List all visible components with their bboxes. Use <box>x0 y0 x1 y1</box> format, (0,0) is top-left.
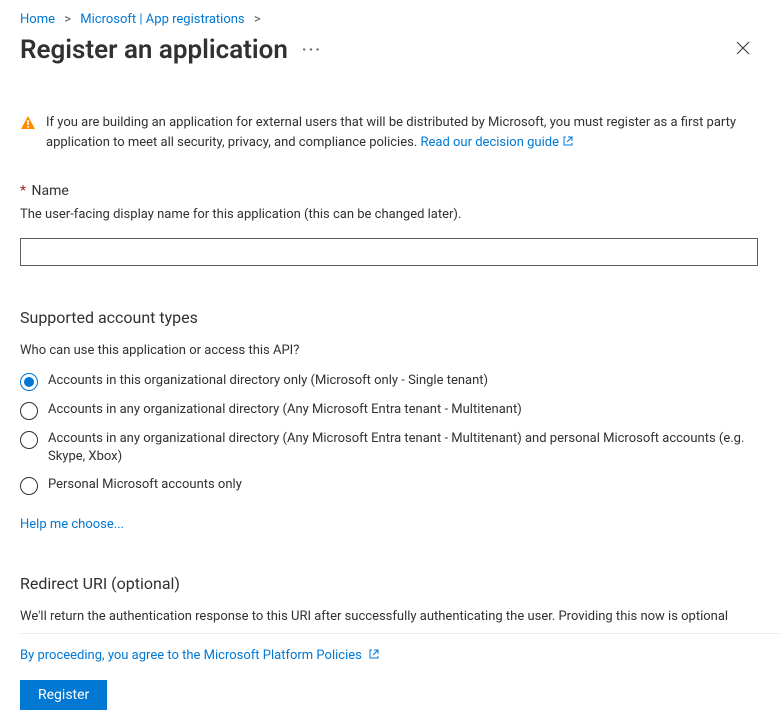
page-title: Register an application <box>20 35 288 65</box>
info-notice: If you are building an application for e… <box>20 113 758 153</box>
radio-icon <box>20 431 38 449</box>
redirect-uri-heading: Redirect URI (optional) <box>20 574 758 593</box>
help-me-choose-link[interactable]: Help me choose... <box>20 517 124 532</box>
radio-label: Accounts in any organizational directory… <box>48 401 522 419</box>
account-type-option-multitenant[interactable]: Accounts in any organizational directory… <box>20 401 758 420</box>
close-icon[interactable] <box>736 41 750 59</box>
agree-text-prefix: By proceeding, you agree to the <box>20 648 204 663</box>
name-field-label: Name <box>32 183 69 199</box>
info-notice-text: If you are building an application for e… <box>46 115 736 150</box>
platform-policies-link[interactable]: Microsoft Platform Policies <box>204 648 380 663</box>
chevron-right-icon: > <box>254 12 261 27</box>
form-scroll-area[interactable]: If you are building an application for e… <box>20 71 780 633</box>
account-type-option-single-tenant[interactable]: Accounts in this organizational director… <box>20 372 758 391</box>
breadcrumb-app-registrations[interactable]: Microsoft | App registrations <box>80 12 244 27</box>
required-asterisk: * <box>20 183 26 199</box>
more-menu-icon[interactable]: ··· <box>302 42 322 58</box>
name-field-hint: The user-facing display name for this ap… <box>20 207 758 222</box>
radio-icon <box>20 373 38 391</box>
account-types-subtext: Who can use this application or access t… <box>20 343 758 358</box>
radio-label: Accounts in any organizational directory… <box>48 430 758 466</box>
radio-label: Accounts in this organizational director… <box>48 372 488 390</box>
external-link-icon <box>368 648 380 664</box>
account-types-radio-group: Accounts in this organizational director… <box>20 372 758 495</box>
breadcrumb-home[interactable]: Home <box>20 12 55 27</box>
account-type-option-multitenant-personal[interactable]: Accounts in any organizational directory… <box>20 430 758 466</box>
radio-icon <box>20 402 38 420</box>
account-types-heading: Supported account types <box>20 308 758 327</box>
redirect-uri-desc: We'll return the authentication response… <box>20 609 758 624</box>
warning-icon <box>20 115 36 153</box>
decision-guide-link[interactable]: Read our decision guide <box>420 135 573 150</box>
register-button[interactable]: Register <box>20 680 107 710</box>
name-input[interactable] <box>20 238 758 266</box>
chevron-right-icon: > <box>64 12 71 27</box>
external-link-icon <box>562 134 574 154</box>
breadcrumb: Home > Microsoft | App registrations > <box>20 12 780 27</box>
footer: By proceeding, you agree to the Microsof… <box>20 633 780 728</box>
radio-icon <box>20 477 38 495</box>
account-type-option-personal-only[interactable]: Personal Microsoft accounts only <box>20 476 758 495</box>
radio-label: Personal Microsoft accounts only <box>48 476 242 494</box>
